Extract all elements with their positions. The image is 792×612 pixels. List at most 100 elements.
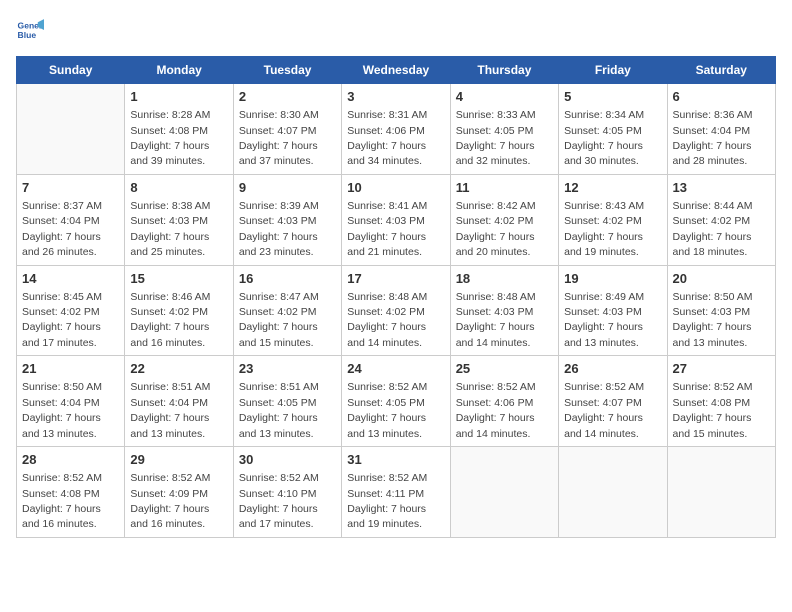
day-number: 31 <box>347 451 444 469</box>
day-number: 14 <box>22 270 119 288</box>
sunrise: Sunrise: 8:31 AM <box>347 109 427 121</box>
calendar-cell: 9Sunrise: 8:39 AMSunset: 4:03 PMDaylight… <box>233 174 341 265</box>
calendar-cell: 13Sunrise: 8:44 AMSunset: 4:02 PMDayligh… <box>667 174 775 265</box>
sunset: Sunset: 4:02 PM <box>239 306 317 318</box>
daylight: Daylight: 7 hours and 21 minutes. <box>347 231 426 258</box>
daylight: Daylight: 7 hours and 15 minutes. <box>673 412 752 439</box>
sunset: Sunset: 4:09 PM <box>130 488 208 500</box>
day-number: 24 <box>347 360 444 378</box>
sunrise: Sunrise: 8:48 AM <box>456 291 536 303</box>
day-number: 7 <box>22 179 119 197</box>
sunrise: Sunrise: 8:36 AM <box>673 109 753 121</box>
calendar-cell: 24Sunrise: 8:52 AMSunset: 4:05 PMDayligh… <box>342 356 450 447</box>
sunset: Sunset: 4:08 PM <box>130 125 208 137</box>
sunrise: Sunrise: 8:52 AM <box>239 472 319 484</box>
daylight: Daylight: 7 hours and 28 minutes. <box>673 140 752 167</box>
sunrise: Sunrise: 8:41 AM <box>347 200 427 212</box>
sunset: Sunset: 4:02 PM <box>130 306 208 318</box>
day-number: 27 <box>673 360 770 378</box>
day-number: 12 <box>564 179 661 197</box>
calendar-cell: 23Sunrise: 8:51 AMSunset: 4:05 PMDayligh… <box>233 356 341 447</box>
day-header: Friday <box>559 57 667 84</box>
sunset: Sunset: 4:08 PM <box>673 397 751 409</box>
day-number: 19 <box>564 270 661 288</box>
sunrise: Sunrise: 8:43 AM <box>564 200 644 212</box>
daylight: Daylight: 7 hours and 14 minutes. <box>456 321 535 348</box>
calendar-cell: 12Sunrise: 8:43 AMSunset: 4:02 PMDayligh… <box>559 174 667 265</box>
calendar-cell: 26Sunrise: 8:52 AMSunset: 4:07 PMDayligh… <box>559 356 667 447</box>
sunrise: Sunrise: 8:51 AM <box>239 381 319 393</box>
sunset: Sunset: 4:02 PM <box>673 215 751 227</box>
sunset: Sunset: 4:03 PM <box>239 215 317 227</box>
sunrise: Sunrise: 8:30 AM <box>239 109 319 121</box>
calendar-cell <box>17 84 125 175</box>
sunset: Sunset: 4:06 PM <box>347 125 425 137</box>
day-header: Saturday <box>667 57 775 84</box>
daylight: Daylight: 7 hours and 26 minutes. <box>22 231 101 258</box>
day-number: 5 <box>564 88 661 106</box>
calendar-cell: 4Sunrise: 8:33 AMSunset: 4:05 PMDaylight… <box>450 84 558 175</box>
logo: General Blue <box>16 16 48 44</box>
day-header: Sunday <box>17 57 125 84</box>
calendar-cell: 31Sunrise: 8:52 AMSunset: 4:11 PMDayligh… <box>342 447 450 538</box>
day-header: Wednesday <box>342 57 450 84</box>
calendar-cell: 8Sunrise: 8:38 AMSunset: 4:03 PMDaylight… <box>125 174 233 265</box>
sunrise: Sunrise: 8:48 AM <box>347 291 427 303</box>
sunrise: Sunrise: 8:50 AM <box>673 291 753 303</box>
daylight: Daylight: 7 hours and 13 minutes. <box>347 412 426 439</box>
sunset: Sunset: 4:06 PM <box>456 397 534 409</box>
day-number: 4 <box>456 88 553 106</box>
calendar-cell: 1Sunrise: 8:28 AMSunset: 4:08 PMDaylight… <box>125 84 233 175</box>
daylight: Daylight: 7 hours and 32 minutes. <box>456 140 535 167</box>
day-number: 9 <box>239 179 336 197</box>
calendar-cell <box>559 447 667 538</box>
calendar-cell: 28Sunrise: 8:52 AMSunset: 4:08 PMDayligh… <box>17 447 125 538</box>
day-number: 17 <box>347 270 444 288</box>
day-number: 8 <box>130 179 227 197</box>
daylight: Daylight: 7 hours and 13 minutes. <box>673 321 752 348</box>
calendar-cell: 2Sunrise: 8:30 AMSunset: 4:07 PMDaylight… <box>233 84 341 175</box>
day-number: 15 <box>130 270 227 288</box>
sunrise: Sunrise: 8:46 AM <box>130 291 210 303</box>
sunset: Sunset: 4:03 PM <box>564 306 642 318</box>
sunset: Sunset: 4:02 PM <box>564 215 642 227</box>
sunrise: Sunrise: 8:37 AM <box>22 200 102 212</box>
calendar-cell: 30Sunrise: 8:52 AMSunset: 4:10 PMDayligh… <box>233 447 341 538</box>
daylight: Daylight: 7 hours and 14 minutes. <box>456 412 535 439</box>
daylight: Daylight: 7 hours and 16 minutes. <box>22 503 101 530</box>
calendar-cell <box>667 447 775 538</box>
sunset: Sunset: 4:03 PM <box>347 215 425 227</box>
day-number: 28 <box>22 451 119 469</box>
day-number: 13 <box>673 179 770 197</box>
calendar-cell: 18Sunrise: 8:48 AMSunset: 4:03 PMDayligh… <box>450 265 558 356</box>
day-number: 2 <box>239 88 336 106</box>
daylight: Daylight: 7 hours and 17 minutes. <box>239 503 318 530</box>
sunrise: Sunrise: 8:52 AM <box>456 381 536 393</box>
calendar-cell: 27Sunrise: 8:52 AMSunset: 4:08 PMDayligh… <box>667 356 775 447</box>
sunset: Sunset: 4:03 PM <box>456 306 534 318</box>
day-number: 26 <box>564 360 661 378</box>
sunset: Sunset: 4:02 PM <box>456 215 534 227</box>
day-number: 16 <box>239 270 336 288</box>
daylight: Daylight: 7 hours and 17 minutes. <box>22 321 101 348</box>
daylight: Daylight: 7 hours and 25 minutes. <box>130 231 209 258</box>
sunset: Sunset: 4:07 PM <box>564 397 642 409</box>
sunrise: Sunrise: 8:28 AM <box>130 109 210 121</box>
calendar-cell: 29Sunrise: 8:52 AMSunset: 4:09 PMDayligh… <box>125 447 233 538</box>
sunset: Sunset: 4:02 PM <box>22 306 100 318</box>
sunset: Sunset: 4:05 PM <box>456 125 534 137</box>
daylight: Daylight: 7 hours and 39 minutes. <box>130 140 209 167</box>
calendar-cell: 20Sunrise: 8:50 AMSunset: 4:03 PMDayligh… <box>667 265 775 356</box>
calendar-cell: 6Sunrise: 8:36 AMSunset: 4:04 PMDaylight… <box>667 84 775 175</box>
daylight: Daylight: 7 hours and 13 minutes. <box>564 321 643 348</box>
day-number: 6 <box>673 88 770 106</box>
sunrise: Sunrise: 8:52 AM <box>130 472 210 484</box>
calendar-cell: 10Sunrise: 8:41 AMSunset: 4:03 PMDayligh… <box>342 174 450 265</box>
day-header: Monday <box>125 57 233 84</box>
daylight: Daylight: 7 hours and 13 minutes. <box>130 412 209 439</box>
sunset: Sunset: 4:02 PM <box>347 306 425 318</box>
daylight: Daylight: 7 hours and 13 minutes. <box>239 412 318 439</box>
daylight: Daylight: 7 hours and 14 minutes. <box>347 321 426 348</box>
sunset: Sunset: 4:07 PM <box>239 125 317 137</box>
sunrise: Sunrise: 8:52 AM <box>347 472 427 484</box>
